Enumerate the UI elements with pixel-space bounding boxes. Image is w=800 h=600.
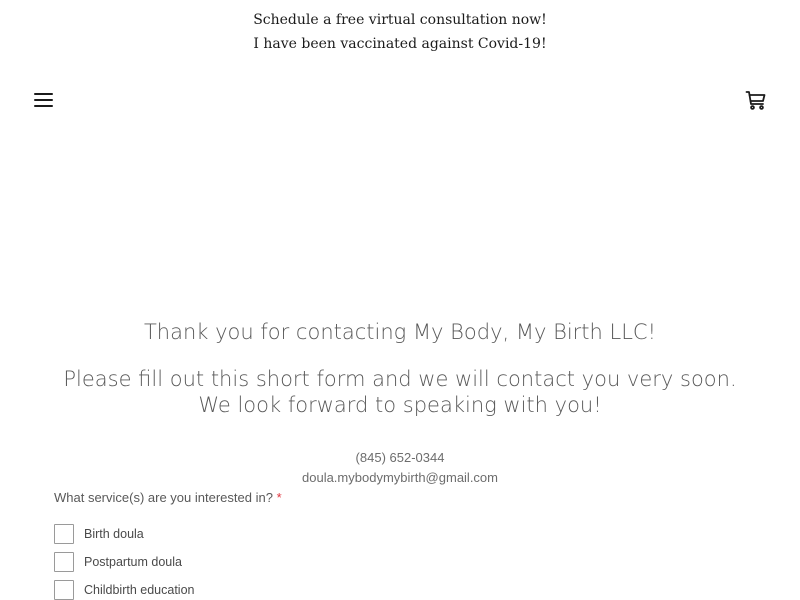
services-question: What service(s) are you interested in? * (54, 488, 282, 508)
checkbox-label: Birth doula (84, 527, 144, 541)
checkbox[interactable] (54, 552, 74, 572)
hamburger-menu-icon[interactable] (32, 90, 56, 110)
question-label: What service(s) are you interested in? (54, 490, 273, 505)
checkbox-childbirth-education[interactable]: Childbirth education (54, 579, 195, 600)
email-link[interactable]: doula.mybodymybirth@gmail.com (302, 470, 498, 485)
thank-you-heading: Thank you for contacting My Body, My Bir… (143, 320, 657, 344)
email-address[interactable]: doula.mybodymybirth@gmail.com (0, 468, 800, 488)
phone-number[interactable]: (845) 652-0344 (0, 448, 800, 468)
shopping-cart-icon[interactable] (744, 88, 768, 112)
checkbox[interactable] (54, 524, 74, 544)
announcement-bar: Schedule a free virtual consultation now… (0, 8, 800, 56)
checkbox-label: Childbirth education (84, 583, 195, 597)
checkbox-birth-doula[interactable]: Birth doula (54, 523, 144, 545)
announcement-line: Schedule a free virtual consultation now… (253, 12, 547, 28)
checkbox-label: Postpartum doula (84, 555, 182, 569)
announcement-line: I have been vaccinated against Covid-19! (253, 36, 547, 52)
form-intro-heading: Please fill out this short form and we w… (63, 367, 737, 417)
checkbox[interactable] (54, 580, 74, 600)
checkbox-postpartum-doula[interactable]: Postpartum doula (54, 551, 182, 573)
required-marker: * (276, 490, 282, 505)
